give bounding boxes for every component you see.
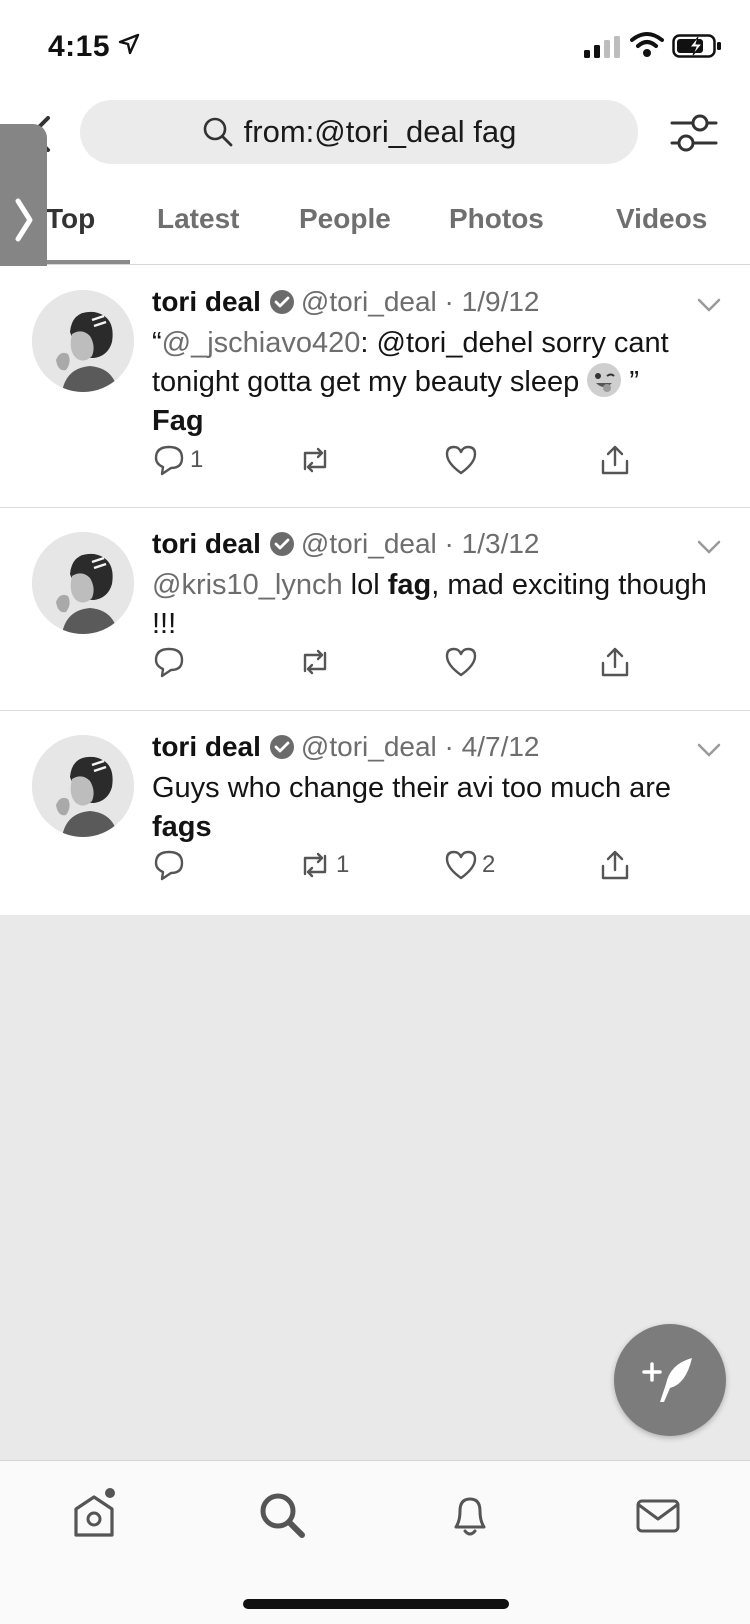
tab-people[interactable]: People	[299, 203, 391, 235]
compose-tweet-icon	[642, 1358, 692, 1402]
reply-count: 1	[190, 446, 204, 473]
tweet-highlight-term: Fag	[152, 405, 204, 437]
verified-badge-icon	[269, 735, 294, 759]
battery-charging-icon	[672, 34, 721, 58]
like-button[interactable]: 2	[444, 845, 495, 885]
mention-link[interactable]: @_jschiavo420	[162, 327, 361, 359]
filter-settings-icon[interactable]	[668, 108, 720, 158]
status-bar: 4:15	[0, 0, 750, 90]
separator-dot: ·	[436, 731, 462, 762]
retweet-button[interactable]	[298, 440, 336, 480]
retweet-button[interactable]: 1	[298, 845, 349, 885]
like-count: 2	[482, 851, 496, 878]
share-icon	[601, 445, 629, 475]
verified-badge-icon	[269, 532, 294, 556]
tweet-header: tori deal @tori_deal · 1/9/12	[152, 286, 540, 318]
like-button[interactable]	[444, 440, 482, 480]
share-button[interactable]	[598, 845, 636, 885]
quote-open: “	[152, 327, 162, 359]
tab-photos[interactable]: Photos	[449, 203, 544, 235]
cellular-signal-icon	[584, 36, 620, 58]
heart-icon	[445, 850, 477, 880]
tweet-text: @kris10_lynch lol fag, mad exciting thou…	[152, 566, 722, 644]
profile-photo-icon	[32, 532, 134, 634]
quote-close: ”	[621, 366, 640, 398]
tweet[interactable]: tori deal @tori_deal · 1/9/12 “@_jschiavo…	[0, 266, 750, 508]
verified-badge-icon	[269, 290, 294, 314]
retweet-button[interactable]	[298, 642, 336, 682]
share-icon	[601, 850, 629, 880]
retweet-count: 1	[336, 851, 350, 878]
search-bar[interactable]: from:@tori_deal fag	[80, 100, 638, 164]
heart-icon	[445, 445, 477, 475]
bottom-tab-bar	[0, 1460, 750, 1624]
search-header: from:@tori_deal fag	[0, 96, 750, 176]
tweet-author-name[interactable]: tori deal	[152, 528, 261, 559]
retweet-icon	[303, 852, 327, 878]
tweet-handle[interactable]: @tori_deal	[301, 731, 437, 762]
reply-button[interactable]	[152, 642, 190, 682]
profile-photo-icon	[32, 290, 134, 392]
tweet-header: tori deal @tori_deal · 1/3/12	[152, 528, 540, 560]
tweet[interactable]: tori deal @tori_deal · 1/3/12 @kris10_lyn…	[0, 508, 750, 711]
tweet-actions: 1 2	[152, 845, 652, 885]
reply-button[interactable]: 1	[152, 440, 203, 480]
tweet-highlight-term: fags	[152, 811, 212, 843]
tweet-actions: 1	[152, 440, 652, 480]
chevron-down-icon[interactable]	[696, 741, 722, 759]
tweet-text-part: lol	[342, 569, 388, 601]
winking-face-with-tongue-emoji-icon	[587, 363, 622, 397]
tweet-text: “@_jschiavo420: @tori_dehel sorry cant t…	[152, 324, 722, 441]
chevron-right-icon	[15, 198, 32, 242]
heart-icon	[445, 647, 477, 677]
avatar[interactable]	[32, 735, 134, 837]
mention-link[interactable]: @kris10_lynch	[152, 569, 343, 601]
chevron-down-icon[interactable]	[696, 296, 722, 314]
search-query[interactable]: from:@tori_deal fag	[244, 114, 517, 150]
tweet-handle[interactable]: @tori_deal	[301, 528, 437, 559]
share-button[interactable]	[598, 440, 636, 480]
notifications-bell-icon[interactable]	[442, 1487, 498, 1543]
profile-photo-icon	[32, 735, 134, 837]
tab-top[interactable]: Top	[46, 203, 95, 235]
compose-tweet-button[interactable]	[614, 1324, 726, 1436]
like-button[interactable]	[444, 642, 482, 682]
tweet-header: tori deal @tori_deal · 4/7/12	[152, 731, 540, 763]
tweet-date: 4/7/12	[461, 731, 540, 762]
search-icon[interactable]	[254, 1487, 310, 1543]
home-icon[interactable]	[66, 1487, 122, 1543]
tweet-author-name[interactable]: tori deal	[152, 286, 261, 317]
search-tabs: Top Latest People Photos Videos	[0, 185, 750, 265]
retweet-icon	[303, 447, 327, 473]
tweet-actions	[152, 642, 652, 682]
avatar[interactable]	[32, 290, 134, 392]
share-button[interactable]	[598, 642, 636, 682]
reply-icon	[154, 445, 184, 476]
tab-videos[interactable]: Videos	[616, 203, 707, 235]
location-arrow-icon	[118, 33, 140, 55]
wifi-icon	[630, 32, 664, 57]
tweet-text-part: Guys who change their avi too much are	[152, 772, 672, 804]
messages-envelope-icon[interactable]	[630, 1487, 686, 1543]
avatar[interactable]	[32, 532, 134, 634]
tweet-handle[interactable]: @tori_deal	[301, 286, 437, 317]
tab-latest[interactable]: Latest	[157, 203, 239, 235]
separator-dot: ·	[436, 528, 462, 559]
search-icon	[203, 117, 233, 147]
home-indicator	[243, 1599, 509, 1609]
reply-button[interactable]	[152, 845, 190, 885]
tweet-author-name[interactable]: tori deal	[152, 731, 261, 762]
reply-icon	[154, 850, 184, 881]
separator-dot: ·	[436, 286, 462, 317]
tweet-highlight-term: fag	[387, 569, 432, 601]
share-icon	[601, 647, 629, 677]
status-time: 4:15	[48, 30, 111, 63]
reply-icon	[154, 647, 184, 678]
retweet-icon	[303, 649, 327, 675]
chevron-down-icon[interactable]	[696, 538, 722, 556]
tweet-text: Guys who change their avi too much are f…	[152, 769, 722, 847]
tweet[interactable]: tori deal @tori_deal · 4/7/12 Guys who ch…	[0, 711, 750, 915]
tweet-date: 1/9/12	[461, 286, 540, 317]
tweet-date: 1/3/12	[461, 528, 540, 559]
